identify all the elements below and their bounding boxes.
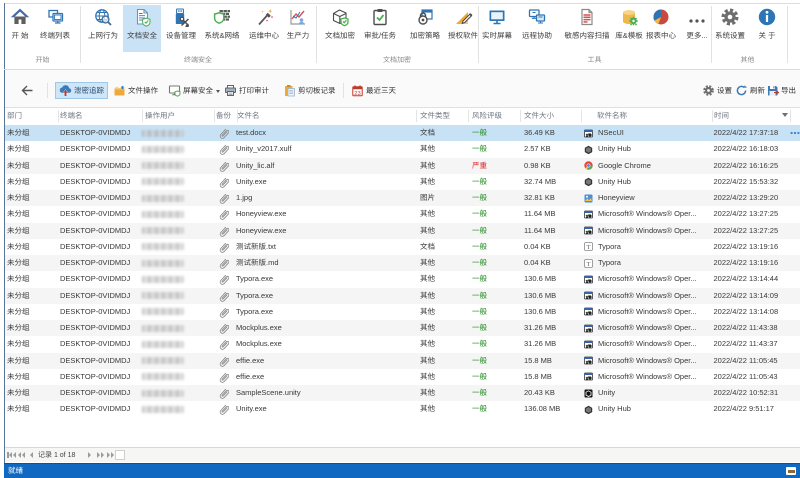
svg-text:T: T — [587, 244, 591, 251]
svg-text:23: 23 — [354, 91, 360, 97]
svg-text:T: T — [587, 260, 591, 267]
